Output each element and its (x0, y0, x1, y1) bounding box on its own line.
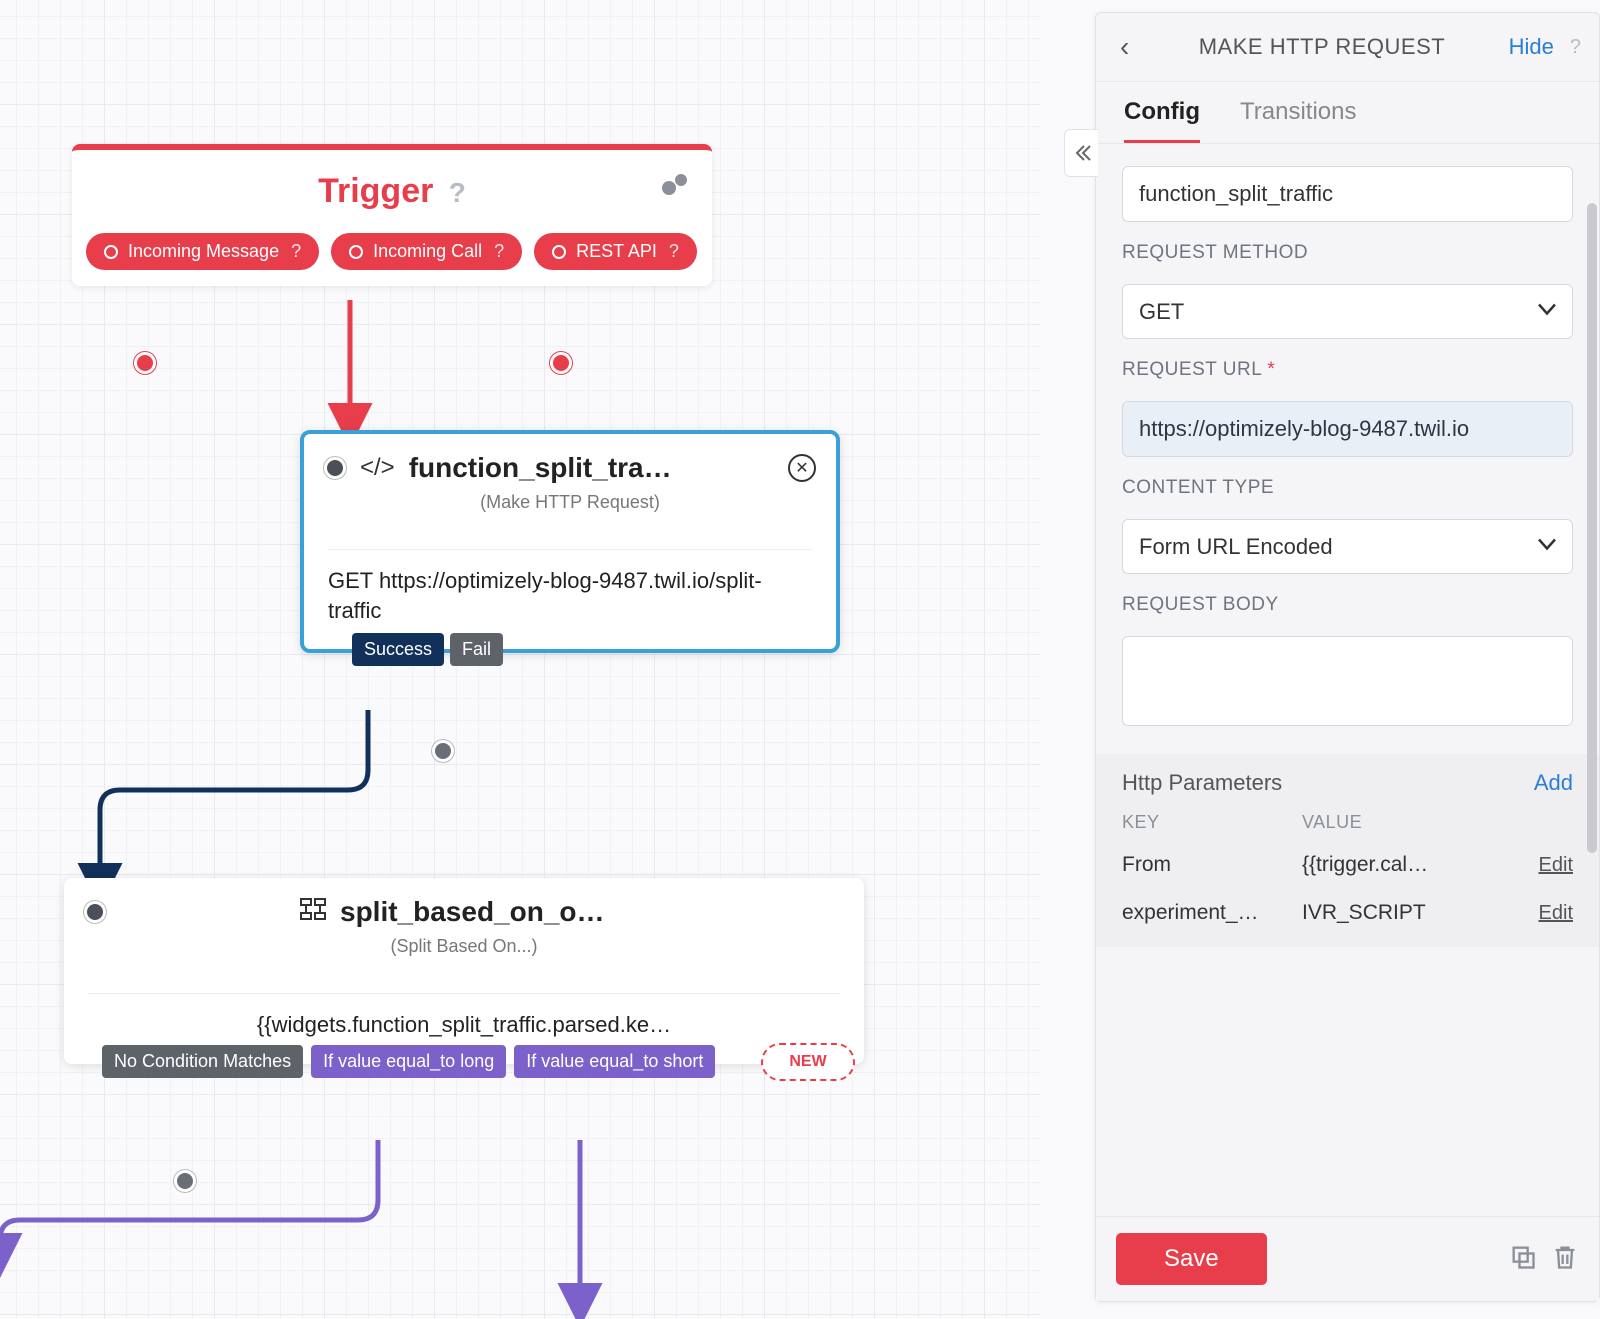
trigger-title-text: Trigger (318, 172, 433, 210)
save-button[interactable]: Save (1116, 1233, 1267, 1285)
tag-fail[interactable]: Fail (450, 633, 503, 666)
back-button[interactable]: ‹ (1114, 27, 1135, 67)
http-request-node[interactable]: </> function_split_tra… ✕ (Make HTTP Req… (300, 430, 840, 653)
edit-param-button[interactable]: Edit (1539, 902, 1573, 925)
params-row: experiment_… IVR_SCRIPT Edit (1096, 889, 1599, 937)
params-col-key: KEY (1122, 812, 1302, 833)
param-key: From (1122, 853, 1302, 877)
pill-label: Incoming Message (128, 241, 279, 262)
tag-new[interactable]: NEW (761, 1043, 854, 1081)
port-dot[interactable] (134, 352, 156, 374)
pill-label: Incoming Call (373, 241, 482, 262)
panel-title: MAKE HTTP REQUEST (1147, 34, 1496, 60)
edit-param-button[interactable]: Edit (1539, 854, 1573, 877)
trigger-pill-rest-api[interactable]: REST API ? (534, 233, 697, 270)
chevron-down-icon (1537, 302, 1557, 321)
request-body-input[interactable] (1122, 636, 1573, 726)
help-icon[interactable]: ? (669, 241, 679, 262)
request-method-select[interactable]: GET (1122, 284, 1573, 339)
config-panel: ‹ MAKE HTTP REQUEST Hide ? Config Transi… (1095, 12, 1600, 1302)
node-title: function_split_tra… (409, 452, 774, 484)
trigger-pill-incoming-message[interactable]: Incoming Message ? (86, 233, 319, 270)
port-out-icon (104, 245, 118, 259)
port-in-icon[interactable] (324, 457, 346, 479)
chevron-down-icon (1537, 537, 1557, 556)
tag-iflong[interactable]: If value equal_to long (311, 1045, 506, 1078)
label-request-method: REQUEST METHOD (1122, 242, 1573, 264)
split-icon (300, 898, 326, 927)
port-in-icon[interactable] (84, 901, 106, 923)
help-icon[interactable]: ? (494, 241, 504, 262)
trigger-title: Trigger ? (72, 150, 712, 233)
tab-transitions[interactable]: Transitions (1240, 98, 1356, 143)
node-title: split_based_on_o… (340, 896, 605, 928)
scrollbar[interactable] (1587, 203, 1597, 853)
duplicate-icon[interactable] (1509, 1243, 1537, 1276)
code-icon: </> (360, 454, 395, 482)
label-request-body: REQUEST BODY (1122, 594, 1573, 616)
param-value: {{trigger.cal… (1302, 853, 1529, 877)
port-out-icon (552, 245, 566, 259)
add-parameter-button[interactable]: Add (1534, 770, 1573, 796)
node-body: {{widgets.function_split_traffic.parsed.… (88, 993, 840, 1040)
port-out-icon (349, 245, 363, 259)
tab-config[interactable]: Config (1124, 98, 1200, 143)
help-icon[interactable]: ? (291, 241, 301, 262)
tag-ifshort[interactable]: If value equal_to short (514, 1045, 715, 1078)
help-icon[interactable]: ? (449, 177, 466, 208)
node-subtitle: (Split Based On...) (64, 932, 864, 973)
params-col-value: VALUE (1302, 812, 1573, 833)
http-parameters-title: Http Parameters (1122, 770, 1282, 796)
trigger-pill-incoming-call[interactable]: Incoming Call ? (331, 233, 522, 270)
http-parameters-section: Http Parameters Add KEY VALUE From {{tri… (1096, 754, 1599, 947)
node-subtitle: (Make HTTP Request) (304, 488, 836, 529)
collapse-panel-button[interactable] (1064, 129, 1098, 177)
request-url-input[interactable] (1122, 401, 1573, 457)
trigger-node[interactable]: Trigger ? Incoming Message ? Incoming Ca… (72, 144, 712, 286)
port-dot[interactable] (550, 352, 572, 374)
hide-button[interactable]: Hide (1509, 34, 1554, 60)
param-value: IVR_SCRIPT (1302, 901, 1529, 925)
close-icon[interactable]: ✕ (788, 454, 816, 482)
content-type-select[interactable]: Form URL Encoded (1122, 519, 1573, 574)
trash-icon[interactable] (1551, 1243, 1579, 1276)
params-row: From {{trigger.cal… Edit (1096, 841, 1599, 889)
node-body: GET https://optimizely-blog-9487.twil.io… (328, 549, 812, 625)
tag-success[interactable]: Success (352, 633, 444, 666)
label-request-url: REQUEST URL (1122, 359, 1262, 380)
split-node[interactable]: split_based_on_o… (Split Based On...) {{… (64, 878, 864, 1064)
help-icon[interactable]: ? (1570, 36, 1581, 59)
tag-nocondition[interactable]: No Condition Matches (102, 1045, 303, 1078)
port-dot[interactable] (174, 1170, 196, 1192)
port-dot[interactable] (432, 740, 454, 762)
label-content-type: CONTENT TYPE (1122, 477, 1573, 499)
gear-icon[interactable] (660, 172, 690, 205)
widget-name-input[interactable] (1122, 166, 1573, 222)
pill-label: REST API (576, 241, 657, 262)
param-key: experiment_… (1122, 901, 1302, 925)
